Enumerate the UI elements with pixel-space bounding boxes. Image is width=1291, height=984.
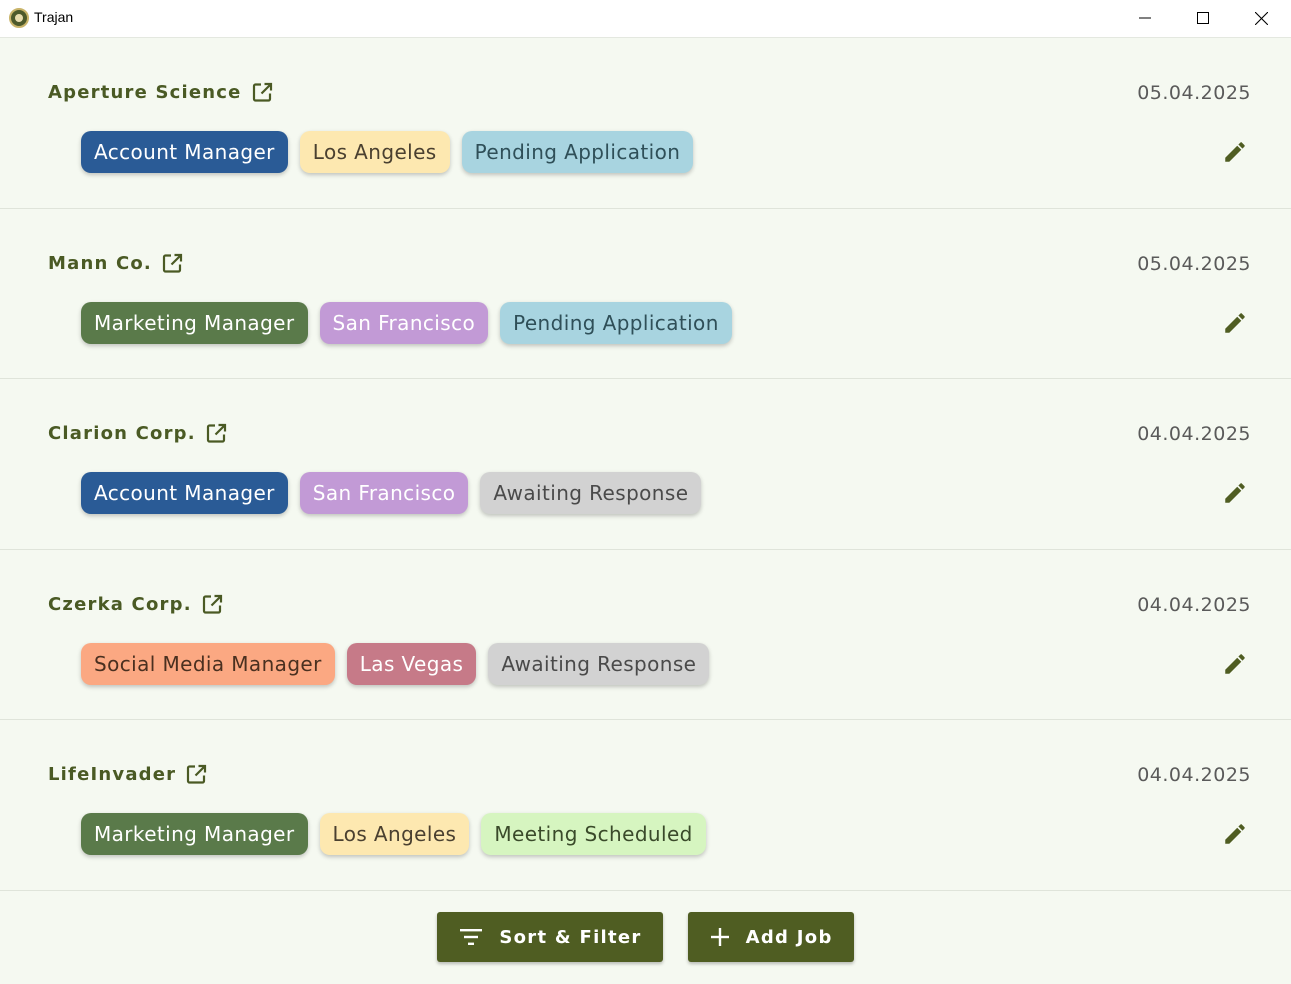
filter-icon [460, 929, 483, 945]
company-link[interactable]: Czerka Corp. [48, 594, 223, 615]
company-link[interactable]: Clarion Corp. [48, 423, 227, 444]
tag-list: Marketing Manager Los Angeles Meeting Sche… [81, 813, 706, 855]
job-date: 04.04.2025 [1137, 764, 1251, 786]
location-tag: San Francisco [319, 301, 489, 344]
pencil-icon [1222, 139, 1248, 165]
window-title: Trajan [34, 9, 74, 25]
pencil-icon [1222, 651, 1248, 677]
open-external-icon[interactable] [162, 253, 183, 274]
open-external-icon[interactable] [186, 764, 207, 785]
tag-list: Social Media Manager Las Vegas Awaiting Re… [81, 642, 710, 685]
pencil-icon [1222, 310, 1248, 336]
action-bar: Sort & Filter Add Job [0, 890, 1291, 984]
tag-list: Account Manager Los Angeles Pending Applic… [81, 131, 694, 173]
add-job-button[interactable]: Add Job [687, 912, 854, 962]
job-date: 04.04.2025 [1137, 593, 1251, 616]
company-name: LifeInvader [48, 764, 177, 785]
open-external-icon[interactable] [202, 594, 223, 615]
edit-button[interactable] [1221, 820, 1249, 848]
minimize-icon [1139, 17, 1151, 19]
role-tag: Social Media Manager [81, 642, 335, 685]
status-tag: Meeting Scheduled [481, 813, 706, 855]
role-tag: Account Manager [81, 472, 288, 514]
job-row: LifeInvader 04.04.2025 Marketing Manager Lo… [0, 720, 1291, 891]
close-icon [1254, 11, 1268, 25]
edit-button[interactable] [1221, 650, 1249, 678]
sort-filter-button[interactable]: Sort & Filter [437, 912, 663, 962]
job-date: 04.04.2025 [1137, 423, 1251, 445]
location-tag: San Francisco [299, 472, 469, 514]
company-link[interactable]: Aperture Science [48, 82, 273, 103]
edit-button[interactable] [1221, 138, 1249, 166]
company-name: Aperture Science [48, 82, 242, 103]
company-link[interactable]: LifeInvader [48, 764, 207, 785]
pencil-icon [1222, 821, 1248, 847]
pencil-icon [1222, 480, 1248, 506]
job-row: Clarion Corp. 04.04.2025 Account Manager Sa… [0, 379, 1291, 550]
plus-icon [710, 928, 729, 946]
company-name: Clarion Corp. [48, 423, 196, 444]
status-tag: Awaiting Response [488, 642, 710, 685]
job-list: Aperture Science 05.04.2025 Account Manage… [0, 38, 1291, 891]
job-row: Czerka Corp. 04.04.2025 Social Media Manag… [0, 550, 1291, 720]
tag-list: Marketing Manager San Francisco Pending Ap… [81, 301, 732, 344]
status-tag: Pending Application [500, 301, 732, 344]
edit-button[interactable] [1221, 309, 1249, 337]
app-logo-icon [9, 8, 29, 28]
add-job-label: Add Job [745, 926, 833, 948]
open-external-icon[interactable] [252, 82, 273, 103]
title-bar: Trajan [0, 0, 1291, 38]
close-button[interactable] [1232, 0, 1290, 36]
edit-button[interactable] [1221, 479, 1249, 507]
job-row: Mann Co. 05.04.2025 Marketing Manager San F… [0, 209, 1291, 379]
company-link[interactable]: Mann Co. [48, 253, 183, 274]
status-tag: Pending Application [461, 131, 694, 173]
location-tag: Las Vegas [346, 642, 477, 685]
status-tag: Awaiting Response [480, 472, 702, 514]
role-tag: Marketing Manager [81, 301, 308, 344]
minimize-button[interactable] [1116, 0, 1174, 36]
sort-filter-label: Sort & Filter [499, 926, 642, 948]
tag-list: Account Manager San Francisco Awaiting Res… [81, 472, 702, 514]
job-row: Aperture Science 05.04.2025 Account Manage… [0, 38, 1291, 209]
maximize-button[interactable] [1174, 0, 1232, 36]
company-name: Mann Co. [48, 252, 152, 274]
role-tag: Account Manager [81, 131, 288, 173]
company-name: Czerka Corp. [48, 593, 192, 615]
maximize-icon [1197, 12, 1209, 24]
job-date: 05.04.2025 [1137, 82, 1251, 104]
location-tag: Los Angeles [299, 131, 450, 173]
role-tag: Marketing Manager [81, 813, 308, 855]
location-tag: Los Angeles [319, 813, 470, 855]
job-date: 05.04.2025 [1137, 252, 1251, 275]
open-external-icon[interactable] [206, 423, 227, 444]
